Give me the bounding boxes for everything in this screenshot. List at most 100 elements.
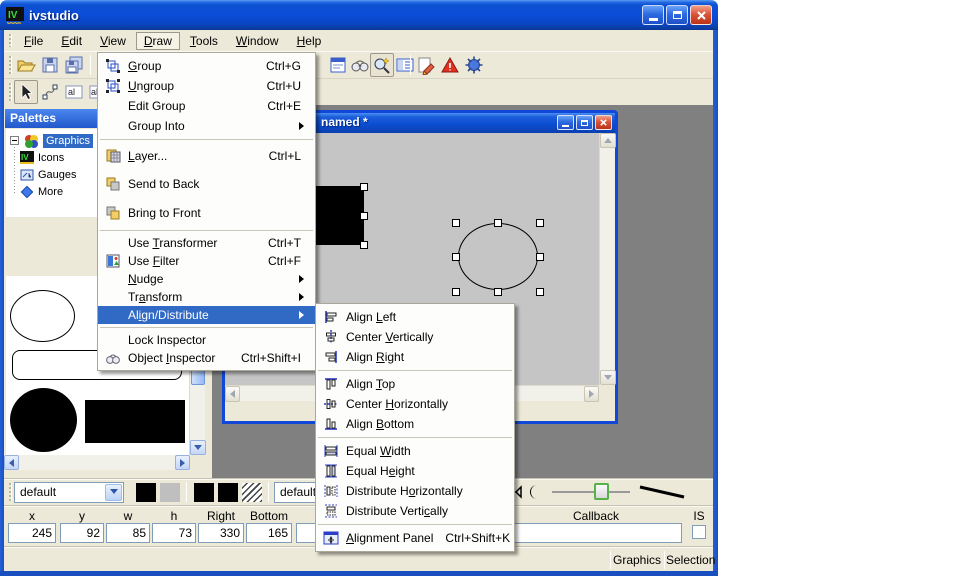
menu-item-nudge[interactable]: Nudge bbox=[98, 270, 315, 288]
doc-scroll-down-button[interactable] bbox=[600, 370, 616, 385]
selection-handle[interactable] bbox=[536, 253, 544, 261]
tree-item-icons[interactable]: IV Icons bbox=[20, 149, 64, 166]
scroll-down-button[interactable] bbox=[190, 440, 206, 455]
is-checkbox[interactable] bbox=[692, 525, 706, 539]
menu-item-transform[interactable]: Transform bbox=[98, 288, 315, 306]
menu-tools[interactable]: Tools bbox=[182, 32, 226, 50]
menu-item-edit-group[interactable]: Edit Group Ctrl+E bbox=[98, 96, 315, 116]
menu-help[interactable]: Help bbox=[289, 32, 330, 50]
stroke-color-swatch[interactable] bbox=[194, 483, 214, 502]
doc-scroll-left-button[interactable] bbox=[225, 386, 240, 402]
shape-ellipse-outline[interactable] bbox=[10, 290, 75, 342]
menu-item-align-bottom[interactable]: Align Bottom bbox=[316, 414, 514, 434]
minimize-button[interactable] bbox=[642, 5, 664, 25]
selection-handle[interactable] bbox=[536, 219, 544, 227]
selection-handle[interactable] bbox=[494, 219, 502, 227]
menu-window[interactable]: Window bbox=[228, 32, 287, 50]
menu-item-equal-width[interactable]: Equal Width bbox=[316, 441, 514, 461]
menu-item-ungroup[interactable]: Ungroup Ctrl+U bbox=[98, 76, 315, 96]
find-button[interactable] bbox=[348, 53, 372, 77]
select-tool-button[interactable] bbox=[14, 80, 38, 104]
menu-item-lock-inspector[interactable]: Lock Inspector bbox=[98, 331, 315, 349]
menu-item-use-filter[interactable]: Use Filter Ctrl+F bbox=[98, 252, 315, 270]
menu-item-bring-to-front[interactable]: Bring to Front bbox=[98, 198, 315, 227]
menu-item-distribute-vertically[interactable]: Distribute Vertically bbox=[316, 501, 514, 521]
run-button[interactable] bbox=[462, 53, 486, 77]
selection-handle[interactable] bbox=[360, 183, 368, 191]
doc-maximize-button[interactable] bbox=[576, 115, 593, 130]
menu-item-equal-height[interactable]: Equal Height bbox=[316, 461, 514, 481]
tree-item-gauges[interactable]: Gauges bbox=[20, 166, 77, 183]
selection-handle[interactable] bbox=[494, 288, 502, 296]
field-y-input[interactable] bbox=[60, 523, 104, 543]
field-bottom-input[interactable] bbox=[246, 523, 292, 543]
doc-close-button[interactable] bbox=[595, 115, 612, 130]
field-h-input[interactable] bbox=[152, 523, 196, 543]
edit-source-button[interactable] bbox=[414, 53, 438, 77]
menu-item-align-right[interactable]: Align Right bbox=[316, 347, 514, 367]
thickness-slider[interactable] bbox=[550, 479, 632, 506]
object-inspector-button[interactable] bbox=[370, 53, 394, 77]
maximize-button[interactable] bbox=[666, 5, 688, 25]
selection-handle[interactable] bbox=[452, 288, 460, 296]
save-all-button[interactable] bbox=[62, 53, 86, 77]
collapse-icon[interactable] bbox=[10, 136, 19, 145]
dropdown-button[interactable] bbox=[105, 484, 122, 501]
menu-item-layer[interactable]: Layer... Ctrl+L bbox=[98, 143, 315, 169]
selection-handle[interactable] bbox=[360, 212, 368, 220]
stroke-color-swatch2[interactable] bbox=[218, 483, 238, 502]
menu-file[interactable]: File bbox=[16, 32, 51, 50]
shape-filled-circle[interactable] bbox=[10, 388, 77, 452]
menu-draw[interactable]: Draw bbox=[136, 32, 180, 50]
menu-item-group[interactable]: Group Ctrl+G bbox=[98, 56, 315, 76]
hatch-pattern-swatch[interactable] bbox=[242, 483, 262, 502]
alt-color-swatch[interactable] bbox=[160, 483, 180, 502]
close-button[interactable] bbox=[690, 5, 712, 25]
label-tool-button[interactable]: al bbox=[62, 80, 86, 104]
toolbar2-grip[interactable] bbox=[9, 83, 12, 101]
field-w-input[interactable] bbox=[106, 523, 150, 543]
selection-handle[interactable] bbox=[452, 253, 460, 261]
field-x-input[interactable] bbox=[8, 523, 56, 543]
menu-item-align-distribute[interactable]: Align/Distribute bbox=[98, 306, 315, 324]
slider-thumb[interactable] bbox=[594, 483, 609, 500]
menu-item-align-left[interactable]: Align Left bbox=[316, 307, 514, 327]
canvas-ellipse[interactable] bbox=[458, 223, 538, 290]
node-tool-button[interactable] bbox=[38, 80, 62, 104]
selection-handle[interactable] bbox=[536, 288, 544, 296]
app-titlebar[interactable]: IV ivstudio bbox=[0, 0, 718, 30]
scroll-left-button[interactable] bbox=[4, 455, 19, 470]
style-combobox[interactable]: default bbox=[14, 482, 124, 503]
form-view-button[interactable] bbox=[326, 53, 350, 77]
menu-item-object-inspector[interactable]: Object Inspector Ctrl+Shift+I bbox=[98, 349, 315, 367]
tree-item-more[interactable]: More bbox=[20, 183, 63, 200]
menubar-grip[interactable] bbox=[9, 34, 12, 47]
menu-item-distribute-horizontally[interactable]: Distribute Horizontally bbox=[316, 481, 514, 501]
menu-item-use-transformer[interactable]: Use Transformer Ctrl+T bbox=[98, 234, 315, 252]
doc-scroll-up-button[interactable] bbox=[600, 133, 616, 148]
bottombar-grip[interactable] bbox=[9, 483, 12, 501]
slider-track[interactable] bbox=[552, 491, 630, 493]
scroll-right-button[interactable] bbox=[175, 455, 190, 470]
menu-item-center-horizontally[interactable]: Center Horizontally bbox=[316, 394, 514, 414]
doc-minimize-button[interactable] bbox=[557, 115, 574, 130]
doc-scroll-right-button[interactable] bbox=[584, 386, 599, 402]
menu-view[interactable]: View bbox=[92, 32, 134, 50]
menu-item-alignment-panel[interactable]: Alignment Panel Ctrl+Shift+K bbox=[316, 528, 514, 548]
callback-input[interactable] bbox=[510, 523, 682, 543]
menu-item-send-to-back[interactable]: Send to Back bbox=[98, 169, 315, 198]
doc-vscrollbar[interactable] bbox=[599, 133, 615, 385]
fill-color-swatch[interactable] bbox=[136, 483, 156, 502]
shapes-hscrollbar[interactable] bbox=[4, 455, 190, 470]
tree-item-graphics[interactable]: Graphics bbox=[10, 132, 93, 149]
open-button[interactable] bbox=[14, 53, 38, 77]
menu-item-group-into[interactable]: Group Into bbox=[98, 116, 315, 136]
crescent-icon[interactable] bbox=[527, 484, 543, 505]
field-right-input[interactable] bbox=[198, 523, 244, 543]
toolbar1-grip[interactable] bbox=[9, 56, 12, 74]
menu-edit[interactable]: Edit bbox=[53, 32, 90, 50]
shape-filled-rect[interactable] bbox=[85, 400, 185, 443]
warnings-button[interactable] bbox=[438, 53, 462, 77]
selection-handle[interactable] bbox=[360, 241, 368, 249]
menu-item-align-top[interactable]: Align Top bbox=[316, 374, 514, 394]
